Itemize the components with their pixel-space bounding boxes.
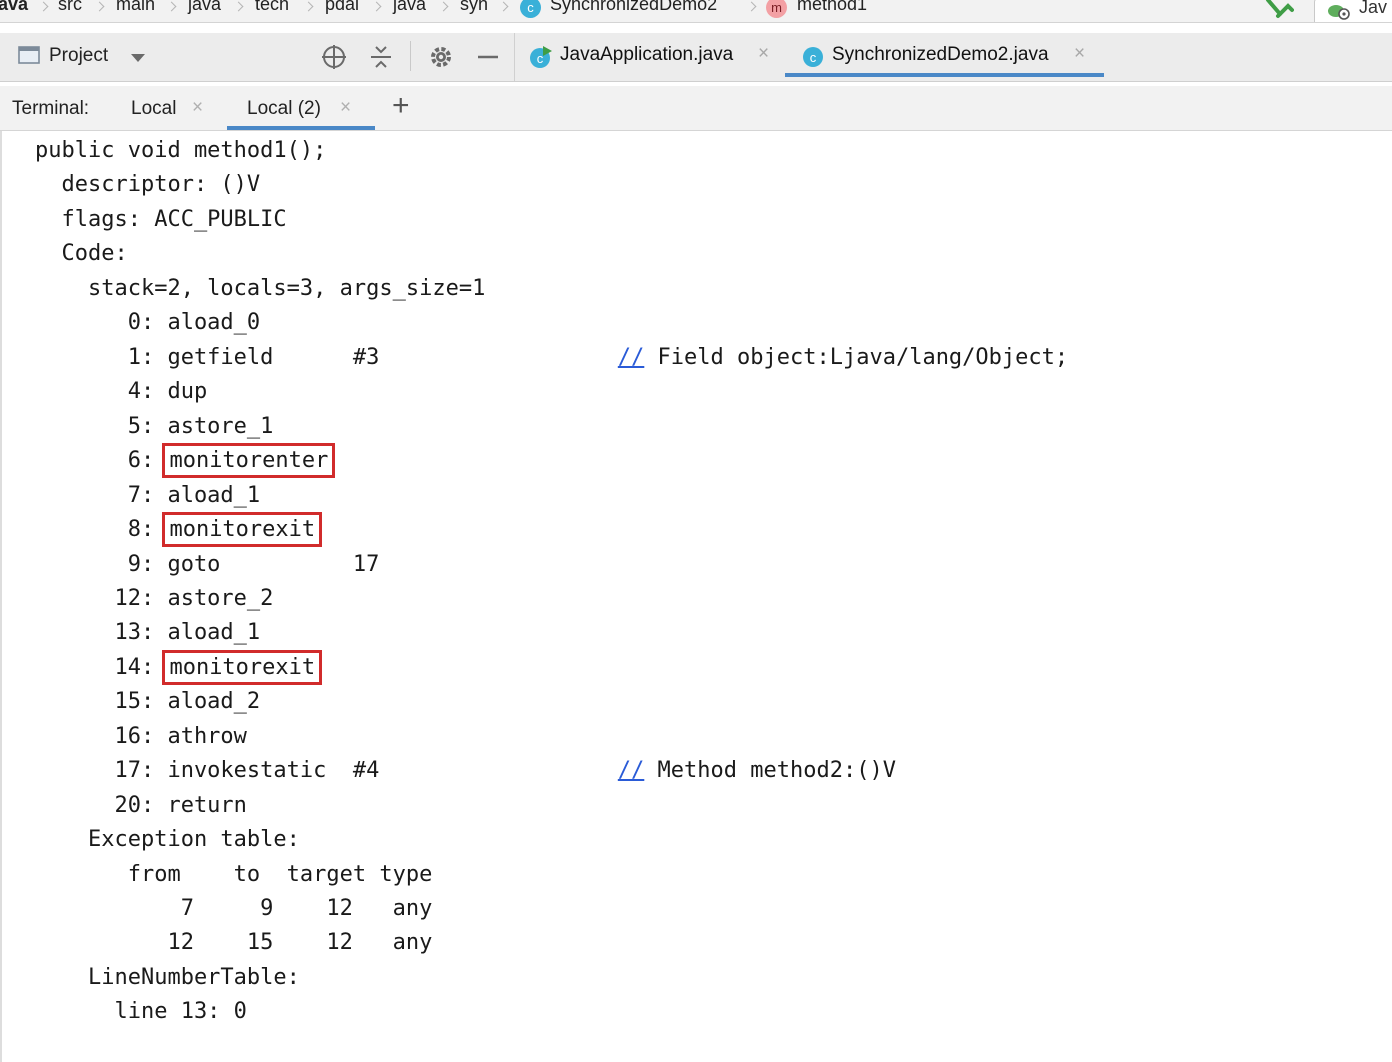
editor-tab-synchronizeddemo2[interactable]: c SynchronizedDemo2.java × [800,33,1100,77]
breadcrumb-item[interactable]: pdai [325,0,359,15]
breadcrumb-item[interactable]: src [58,0,82,15]
comment-text: Field object:Ljava/lang/Object; [644,345,1069,370]
terminal-line: 12 15 12 any [35,930,433,955]
breadcrumb-item[interactable]: ava [0,0,28,15]
minimize-icon[interactable] [474,43,502,71]
terminal-line: line 13: 0 [35,999,247,1024]
project-view-selector[interactable]: Project [49,45,108,67]
terminal-line: flags: ACC_PUBLIC [35,207,287,232]
terminal-line: 7: aload_1 [35,483,261,508]
chevron-right-icon [168,0,176,22]
terminal-line: 12: astore_2 [35,586,274,611]
breadcrumb-item[interactable]: syn [460,0,488,15]
terminal-line: Code: [35,241,128,266]
project-window-icon [18,46,40,64]
chevron-right-icon [373,0,381,22]
terminal-line: 8: monitorexit [35,512,323,547]
terminal-line: 20: return [35,793,247,818]
terminal-line: public void method1(); [35,138,327,163]
highlighted-instruction: monitorexit [162,512,323,547]
terminal-line: 4: dup [35,379,208,404]
tool-window-header: Project c JavaApplication.java × c Synch [0,33,1392,82]
locate-crosshair-icon[interactable] [320,43,348,71]
breadcrumb-item[interactable]: java [188,0,221,15]
breadcrumb-item[interactable]: tech [255,0,289,15]
terminal-tab-local[interactable]: Local [131,98,176,120]
hammer-build-icon[interactable] [1262,0,1294,20]
code-text: 8: [35,517,168,542]
highlighted-instruction: monitorenter [162,443,336,478]
svg-text:c: c [537,51,544,66]
code-text: 1: getfield #3 [35,345,618,370]
editor-tab-label: JavaApplication.java [560,44,734,65]
comment-marker: // [617,345,645,370]
panel-divider [514,33,515,81]
class-icon: c [520,0,541,18]
terminal-line: 5: astore_1 [35,414,274,439]
terminal-line: stack=2, locals=3, args_size=1 [35,276,486,301]
method-icon: m [766,0,787,18]
svg-text:c: c [810,50,817,65]
terminal-tab-bar: Terminal: Local × Local (2) × + [0,86,1392,131]
terminal-line: Exception table: [35,827,300,852]
terminal-label: Terminal: [12,98,90,119]
chevron-right-icon [40,0,48,22]
close-icon[interactable]: × [340,97,351,119]
terminal-line: 7 9 12 any [35,896,433,921]
breadcrumb-class[interactable]: SynchronizedDemo2 [550,0,717,15]
breadcrumb: ava src main java tech pdai java syn c S… [0,0,1392,23]
close-icon[interactable]: × [192,97,203,119]
chevron-right-icon [305,0,313,22]
chevron-right-icon [96,0,104,22]
terminal-line: 14: monitorexit [35,650,323,685]
code-text: 17: invokestatic #4 [35,758,618,783]
comment-marker: // [617,758,645,783]
editor-tab-javaapplication[interactable]: c JavaApplication.java × [528,33,776,77]
terminal-tab-local-2[interactable]: Local (2) [247,98,321,120]
java-class-icon: c [803,47,823,67]
highlighted-instruction: monitorexit [162,650,323,685]
new-terminal-tab-button[interactable]: + [392,91,410,121]
close-icon[interactable]: × [758,43,769,65]
terminal-line: descriptor: ()V [35,172,261,197]
chevron-right-icon [235,0,243,22]
code-text: 14: [35,655,168,680]
run-configuration-selector[interactable]: Jav [1314,0,1392,22]
active-tab-indicator [227,126,375,130]
terminal-line: 0: aload_0 [35,310,261,335]
terminal-line: 13: aload_1 [35,620,261,645]
active-tab-indicator [785,73,1104,77]
run-config-label: Jav [1359,0,1388,17]
run-config-icon [1328,5,1350,20]
chevron-right-icon [748,0,756,22]
close-icon[interactable]: × [1074,43,1085,65]
breadcrumb-method[interactable]: method1 [797,0,867,15]
collapse-all-icon[interactable] [367,43,395,71]
editor-tab-label: SynchronizedDemo2.java [832,44,1049,65]
comment-text: Method method2:()V [644,758,896,783]
terminal-line: 1: getfield #3 // Field object:Ljava/lan… [35,341,1068,375]
terminal-line: 17: invokestatic #4 // Method method2:()… [35,754,896,788]
toolbar-divider [410,41,411,71]
chevron-down-icon[interactable] [131,54,145,62]
terminal-line: 6: monitorenter [35,443,336,478]
code-text: 6: [35,448,168,473]
terminal-line: from to target type [35,862,433,887]
java-class-icon: c [530,46,552,68]
terminal-line: 16: athrow [35,724,247,749]
terminal-line: 9: goto 17 [35,552,380,577]
terminal-line: 15: aload_2 [35,689,261,714]
chevron-right-icon [440,0,448,22]
terminal-left-border [0,131,2,1062]
breadcrumb-item[interactable]: java [393,0,426,15]
chevron-right-icon [500,0,508,22]
breadcrumb-item[interactable]: main [116,0,155,15]
terminal-line: LineNumberTable: [35,965,300,990]
gear-icon[interactable] [427,43,455,71]
